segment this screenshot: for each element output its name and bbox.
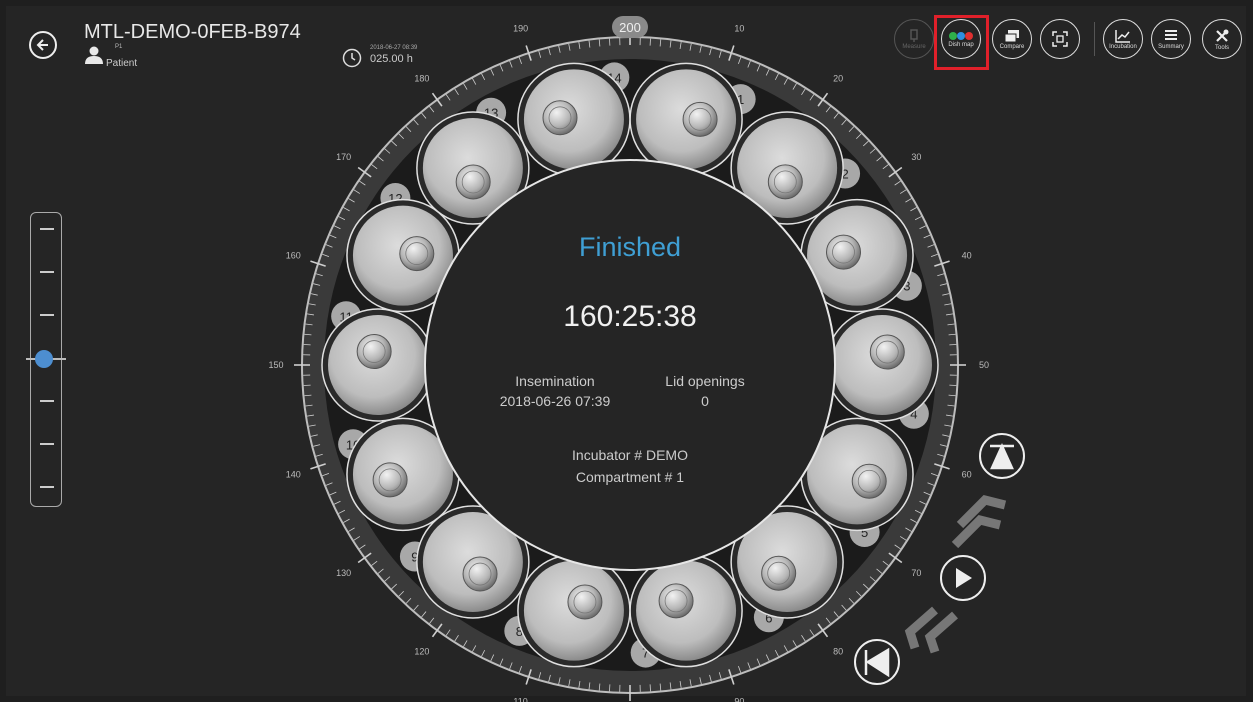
rewind-icon	[904, 606, 958, 654]
play-button[interactable]	[940, 555, 986, 601]
skip-to-start-button[interactable]	[854, 639, 900, 685]
fast-forward-icon	[951, 495, 1007, 549]
skip-to-end-button[interactable]	[979, 433, 1025, 479]
playback-controls	[854, 433, 1025, 685]
